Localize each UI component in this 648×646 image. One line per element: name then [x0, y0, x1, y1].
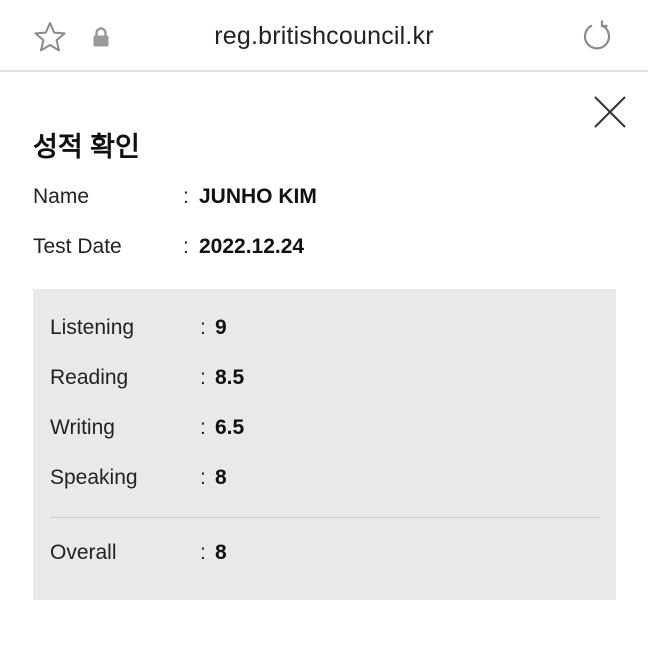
score-row-reading: Reading : 8.5 [50, 366, 610, 396]
score-row-speaking: Speaking : 8 [50, 466, 610, 496]
score-value: 8.5 [215, 366, 245, 389]
score-value: 8 [215, 466, 227, 489]
close-icon[interactable] [593, 95, 627, 129]
separator: : [200, 366, 206, 389]
score-label: Writing [50, 416, 115, 439]
overall-value: 8 [215, 541, 227, 564]
score-label: Listening [50, 316, 135, 339]
overall-label: Overall [50, 541, 117, 564]
score-label: Reading [50, 366, 129, 389]
separator: : [200, 416, 206, 439]
test-date-value: 2022.12.24 [199, 235, 305, 258]
dialog-title: 성적 확인 [33, 132, 140, 162]
separator: : [183, 235, 189, 258]
separator: : [200, 316, 206, 339]
score-row-writing: Writing : 6.5 [50, 416, 610, 446]
page: reg.britishcouncil.kr 성적 확인 Name : JUNHO… [0, 0, 648, 646]
name-value: JUNHO KIM [199, 185, 317, 208]
star-icon[interactable] [33, 20, 67, 54]
score-row-listening: Listening : 9 [50, 316, 610, 346]
score-value: 6.5 [215, 416, 245, 439]
name-label: Name [33, 185, 90, 208]
reload-icon[interactable] [580, 19, 614, 53]
separator: : [200, 541, 206, 564]
url-text[interactable]: reg.britishcouncil.kr [140, 22, 508, 51]
score-box: Listening : 9 Reading : 8.5 Writing : 6.… [33, 289, 616, 600]
separator: : [183, 185, 189, 208]
lock-icon [93, 27, 109, 47]
separator: : [200, 466, 206, 489]
score-label: Speaking [50, 466, 138, 489]
score-value: 9 [215, 316, 227, 339]
browser-address-bar: reg.britishcouncil.kr [0, 0, 648, 72]
divider [50, 517, 600, 518]
test-date-label: Test Date [33, 235, 122, 258]
score-row-overall: Overall : 8 [50, 541, 610, 571]
